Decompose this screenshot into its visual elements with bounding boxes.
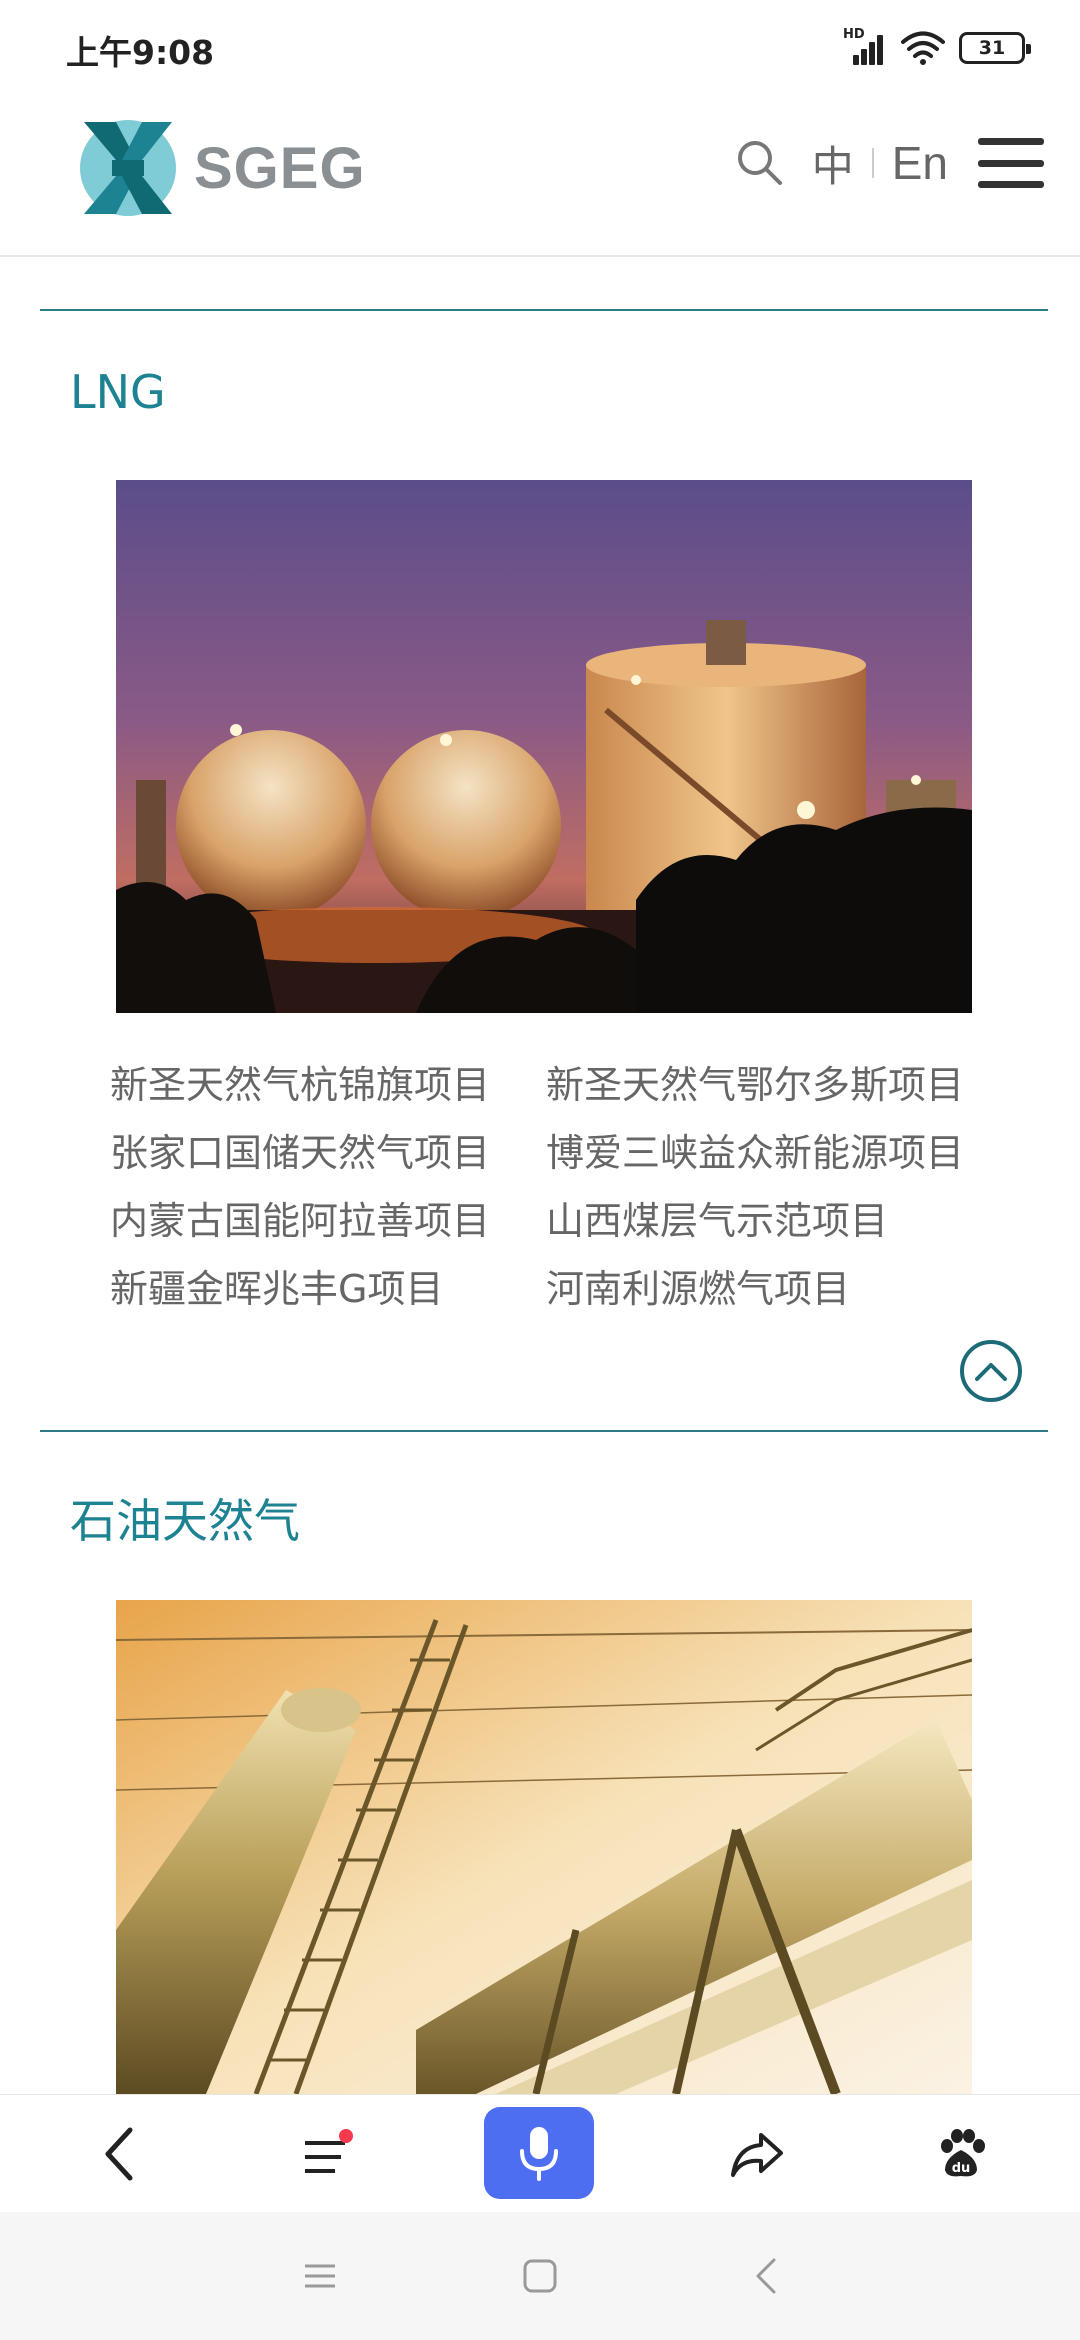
- lng-project-list: 新圣天然气杭锦旗项目 新圣天然气鄂尔多斯项目 张家口国储天然气项目 博爱三峡益众…: [110, 1060, 1010, 1314]
- language-chinese-link[interactable]: 中: [812, 133, 854, 194]
- baidu-paw-icon: du: [941, 2129, 985, 2177]
- browser-toolbar: du: [0, 2094, 1080, 2212]
- lng-photo: [116, 480, 972, 1013]
- header-tools: 中 En: [734, 133, 1044, 193]
- battery-icon: 31: [959, 32, 1031, 64]
- logo[interactable]: SGEG: [76, 103, 366, 233]
- status-bar: 上午9:08 HD 31: [0, 0, 1080, 95]
- baidu-home-button[interactable]: du: [926, 2095, 996, 2213]
- battery-level: 31: [978, 37, 1006, 59]
- share-icon: [731, 2133, 783, 2177]
- network-badge: HD: [843, 27, 865, 42]
- hamburger-menu-icon[interactable]: [978, 138, 1044, 188]
- tabs-list-button[interactable]: [282, 2095, 372, 2213]
- voice-search-button[interactable]: [484, 2107, 594, 2199]
- project-link[interactable]: 博爱三峡益众新能源项目: [546, 1128, 986, 1178]
- back-icon: [756, 2258, 776, 2294]
- project-link[interactable]: 新圣天然气杭锦旗项目: [110, 1060, 546, 1110]
- section-title-lng: LNG: [70, 365, 166, 419]
- notification-dot: [339, 2129, 353, 2143]
- search-button[interactable]: [734, 137, 786, 189]
- recents-button[interactable]: [290, 2212, 350, 2340]
- project-link[interactable]: 张家口国储天然气项目: [110, 1128, 546, 1178]
- share-button[interactable]: [722, 2095, 792, 2213]
- project-link[interactable]: 新圣天然气鄂尔多斯项目: [546, 1060, 986, 1110]
- microphone-icon: [520, 2127, 558, 2181]
- project-link[interactable]: 山西煤层气示范项目: [546, 1196, 986, 1246]
- back-button[interactable]: [80, 2095, 160, 2213]
- language-separator: [871, 148, 874, 178]
- svg-text:du: du: [952, 2161, 971, 2176]
- language-english-link[interactable]: En: [892, 136, 948, 190]
- pipeline-photo: [116, 1600, 972, 2094]
- logo-text: SGEG: [194, 135, 366, 201]
- system-navigation-bar: [0, 2212, 1080, 2340]
- status-time: 上午9:08: [66, 33, 215, 72]
- project-link[interactable]: 内蒙古国能阿拉善项目: [110, 1196, 546, 1246]
- home-button[interactable]: [510, 2212, 570, 2340]
- list-icon: [299, 2129, 355, 2179]
- recents-icon: [305, 2264, 335, 2288]
- project-link[interactable]: 新疆金晖兆丰G项目: [110, 1264, 546, 1314]
- status-icons: HD 31: [843, 27, 1031, 68]
- wifi-icon: [901, 31, 945, 65]
- section-divider: [40, 309, 1048, 311]
- system-back-button[interactable]: [736, 2212, 796, 2340]
- search-icon: [737, 141, 782, 185]
- chevron-up-icon: [975, 1363, 1007, 1381]
- sgeg-logo-mark-icon: [80, 120, 176, 216]
- cellular-signal-icon: HD: [843, 27, 887, 65]
- project-link[interactable]: 河南利源燃气项目: [546, 1264, 986, 1314]
- home-icon: [523, 2259, 557, 2293]
- back-icon: [105, 2127, 133, 2181]
- collapse-section-button[interactable]: [960, 1340, 1022, 1402]
- section-divider: [40, 1430, 1048, 1432]
- section-title-oil-gas: 石油天然气: [70, 1494, 300, 1548]
- site-header: SGEG 中 En: [0, 95, 1080, 257]
